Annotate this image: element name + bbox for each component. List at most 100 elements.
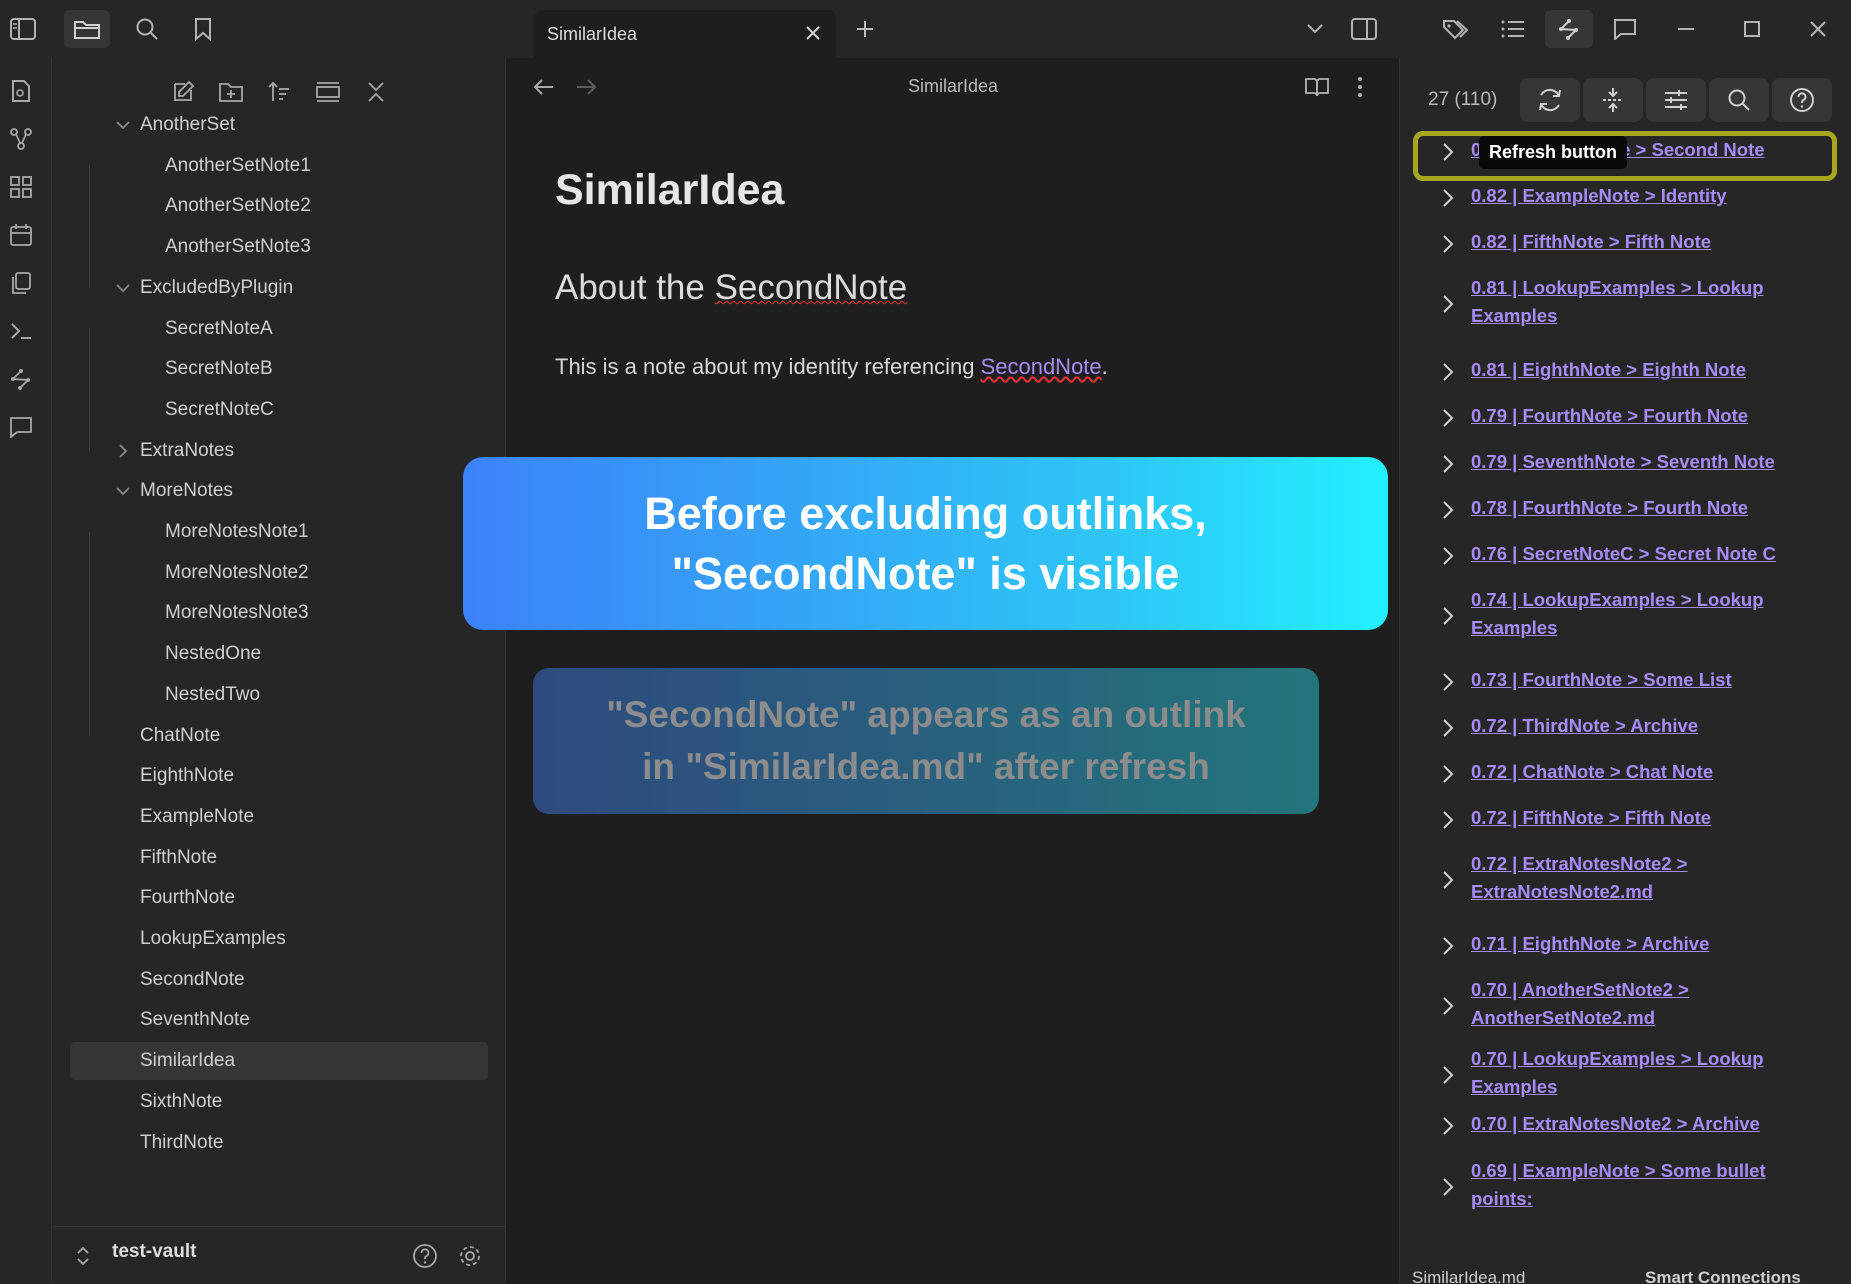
chevron-down-icon[interactable] <box>114 116 132 134</box>
connection-result-link[interactable]: 0.78 | FourthNote > Fourth Note <box>1471 494 1801 522</box>
tree-file[interactable]: SecretNoteA <box>70 310 488 348</box>
note-title-header[interactable]: SimilarIdea <box>507 76 1399 97</box>
tree-file[interactable]: FifthNote <box>70 839 488 877</box>
graph-view-icon[interactable] <box>4 122 38 156</box>
status-bar-plugin[interactable]: Smart Connections <box>1645 1268 1801 1284</box>
chevron-right-icon[interactable] <box>1438 716 1458 740</box>
refresh-button[interactable] <box>1520 78 1580 122</box>
connection-result-link[interactable]: 0.73 | FourthNote > Some List <box>1471 666 1801 694</box>
new-note-icon[interactable] <box>165 74 201 110</box>
folder-icon[interactable] <box>64 10 110 48</box>
sort-icon[interactable] <box>261 74 297 110</box>
help-question-icon[interactable] <box>1772 78 1832 122</box>
connection-result-link[interactable]: 0.70 | AnotherSetNote2 > AnotherSetNote2… <box>1471 976 1801 1032</box>
collapse-all-icon[interactable] <box>358 74 394 110</box>
connection-result-link[interactable]: 0.70 | ExtraNotesNote2 > Archive <box>1471 1110 1801 1138</box>
connection-result-link[interactable]: 0.82 | FifthNote > Fifth Note <box>1471 228 1801 256</box>
chevron-right-icon[interactable] <box>1438 186 1458 210</box>
tree-file[interactable]: SeventhNote <box>70 1001 488 1039</box>
close-icon[interactable] <box>800 20 826 46</box>
tree-file[interactable]: SixthNote <box>70 1083 488 1121</box>
chevron-right-icon[interactable] <box>1438 544 1458 568</box>
tree-file[interactable]: AnotherSetNote3 <box>70 228 488 266</box>
tree-file[interactable]: FourthNote <box>70 879 488 917</box>
chevron-right-icon[interactable] <box>1438 1175 1458 1199</box>
filter-sliders-icon[interactable] <box>1646 78 1706 122</box>
chevron-right-icon[interactable] <box>1438 292 1458 316</box>
chevron-right-icon[interactable] <box>1438 232 1458 256</box>
chevron-down-icon[interactable] <box>114 482 132 500</box>
smart-connections-ribbon-icon[interactable] <box>4 362 38 396</box>
calendar-icon[interactable] <box>4 218 38 252</box>
lookup-search-icon[interactable] <box>1709 78 1769 122</box>
chevron-down-icon[interactable] <box>114 279 132 297</box>
bookmark-icon[interactable] <box>180 10 226 48</box>
tree-file[interactable]: NestedTwo <box>70 676 488 714</box>
chevron-right-icon[interactable] <box>1438 762 1458 786</box>
chevron-right-icon[interactable] <box>1438 868 1458 892</box>
tree-file[interactable]: EighthNote <box>70 757 488 795</box>
connection-result-link[interactable]: 0.81 | LookupExamples > Lookup Examples <box>1471 274 1801 330</box>
tree-file[interactable]: MoreNotesNote1 <box>70 513 488 551</box>
new-folder-icon[interactable] <box>213 74 249 110</box>
tags-icon[interactable] <box>1433 10 1479 48</box>
chevron-right-icon[interactable] <box>1438 360 1458 384</box>
tree-file[interactable]: NestedOne <box>70 635 488 673</box>
smart-connections-icon[interactable] <box>1545 10 1593 48</box>
tree-file[interactable]: MoreNotesNote3 <box>70 594 488 632</box>
tree-folder[interactable]: ExtraNotes <box>70 432 488 470</box>
connection-result-link[interactable]: 0.72 | ThirdNote > Archive <box>1471 712 1801 740</box>
outline-icon[interactable] <box>1490 10 1536 48</box>
chevron-right-icon[interactable] <box>1438 406 1458 430</box>
connection-result-link[interactable]: 0.71 | EighthNote > Archive <box>1471 930 1801 958</box>
window-close-icon[interactable] <box>1795 10 1841 48</box>
chevron-right-icon[interactable] <box>1438 1063 1458 1087</box>
more-options-icon[interactable] <box>1357 76 1363 98</box>
tree-file[interactable]: AnotherSetNote2 <box>70 187 488 225</box>
chevron-right-icon[interactable] <box>1438 934 1458 958</box>
help-icon[interactable] <box>412 1243 438 1269</box>
sidebar-toggle-icon[interactable] <box>0 10 46 48</box>
tree-file[interactable]: SecretNoteC <box>70 391 488 429</box>
connection-result-link[interactable]: 0.74 | LookupExamples > Lookup Examples <box>1471 586 1801 642</box>
chevron-right-icon[interactable] <box>1438 808 1458 832</box>
connection-result-link[interactable]: 0.79 | SeventhNote > Seventh Note <box>1471 448 1801 476</box>
connection-result-link[interactable]: 0.72 | ExtraNotesNote2 > ExtraNotesNote2… <box>1471 850 1801 906</box>
tab-list-chevron-icon[interactable] <box>1292 10 1338 48</box>
maximize-icon[interactable] <box>1729 10 1775 48</box>
chevron-right-icon[interactable] <box>114 442 132 460</box>
connection-result-link[interactable]: 0.72 | ChatNote > Chat Note <box>1471 758 1801 786</box>
chevron-right-icon[interactable] <box>1438 604 1458 628</box>
connection-result-link[interactable]: 0.70 | LookupExamples > Lookup Examples <box>1471 1045 1801 1101</box>
open-quick-switcher-icon[interactable] <box>4 74 38 108</box>
tree-folder[interactable]: MoreNotes <box>70 472 488 510</box>
new-tab-icon[interactable] <box>850 14 880 44</box>
chevron-right-icon[interactable] <box>1438 670 1458 694</box>
chevron-right-icon[interactable] <box>1438 1114 1458 1138</box>
tree-file[interactable]: MoreNotesNote2 <box>70 554 488 592</box>
tree-folder[interactable]: ExcludedByPlugin <box>70 269 488 307</box>
connection-result-link[interactable]: 0.69 | ExampleNote > Some bullet points: <box>1471 1157 1801 1213</box>
terminal-icon[interactable] <box>4 314 38 348</box>
tree-file[interactable]: SimilarIdea <box>70 1042 488 1081</box>
tree-file[interactable]: ExampleNote <box>70 798 488 836</box>
tree-folder[interactable]: AnotherSet <box>70 106 488 144</box>
right-sidebar-toggle-icon[interactable] <box>1341 10 1387 48</box>
secondnote-internal-link[interactable]: SecondNote <box>981 354 1102 379</box>
connection-result-link[interactable]: 0.82 | ExampleNote > Identity <box>1471 182 1801 210</box>
tree-file[interactable]: ChatNote <box>70 717 488 755</box>
reading-view-book-icon[interactable] <box>1304 76 1330 98</box>
vault-switcher[interactable]: test-vault <box>52 1226 506 1284</box>
canvas-icon[interactable] <box>4 170 38 204</box>
tree-file[interactable]: SecondNote <box>70 961 488 999</box>
connection-result-link[interactable]: 0.81 | EighthNote > Eighth Note <box>1471 356 1801 384</box>
fold-toggle-icon[interactable] <box>1583 78 1643 122</box>
settings-gear-icon[interactable] <box>457 1243 483 1269</box>
chat-icon[interactable] <box>4 410 38 444</box>
connection-result-link[interactable]: 0.76 | SecretNoteC > Secret Note C <box>1471 540 1801 568</box>
chevron-right-icon[interactable] <box>1438 994 1458 1018</box>
tree-file[interactable]: LookupExamples <box>70 920 488 958</box>
chevron-right-icon[interactable] <box>1438 498 1458 522</box>
search-icon[interactable] <box>124 10 170 48</box>
chat-bubble-icon[interactable] <box>1602 10 1648 48</box>
